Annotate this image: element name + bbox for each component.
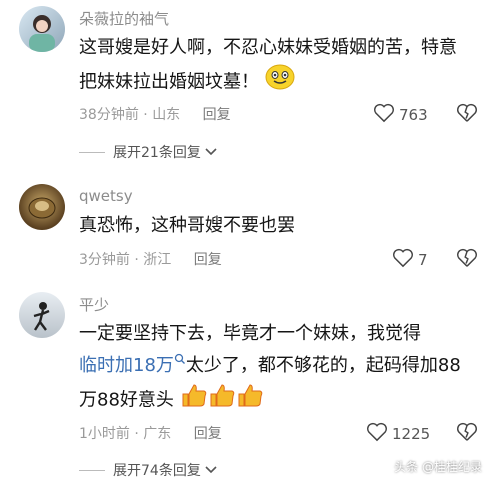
broken-heart-icon[interactable] — [456, 103, 478, 125]
username[interactable]: 平少 — [79, 294, 109, 315]
comment-line: 一定要坚持下去，毕竟才一个妹妹，我觉得 — [79, 323, 421, 344]
comment-meta: 38分钟前 · 山东 回复 — [79, 104, 231, 124]
expand-replies-button[interactable]: 展开74条回复 — [79, 460, 217, 480]
separator: · — [138, 107, 153, 123]
search-icon[interactable] — [174, 353, 186, 376]
broken-heart-icon[interactable] — [456, 248, 478, 270]
smile-emoji-icon — [265, 64, 295, 101]
divider-line — [79, 469, 105, 471]
avatar[interactable] — [19, 184, 65, 230]
comment-line: 万88好意头 — [79, 382, 489, 419]
username[interactable]: 朵薇拉的袖气 — [79, 8, 169, 29]
comment-line: 临时加18万 太少了，都不够花的，起码得加88 — [79, 350, 489, 382]
like-button[interactable]: 1225 — [366, 422, 430, 446]
username[interactable]: qwetsy — [79, 187, 133, 205]
chevron-down-icon — [205, 144, 217, 160]
separator: · — [129, 252, 144, 268]
comment-text: 这哥嫂是好人啊，不忍心妹妹受婚姻的苦，特意 把妹妹拉出婚姻坟墓！ — [79, 32, 489, 101]
comment-meta: 3分钟前 · 浙江 回复 — [79, 249, 222, 269]
reply-button[interactable]: 回复 — [194, 426, 222, 442]
expand-replies-label: 展开21条回复 — [113, 145, 201, 161]
like-count: 7 — [418, 251, 428, 269]
heart-outline-icon — [366, 422, 388, 446]
location: 浙江 — [143, 252, 172, 268]
comment-line: 这哥嫂是好人啊，不忍心妹妹受婚姻的苦，特意 — [79, 37, 457, 58]
heart-outline-icon — [373, 103, 395, 127]
thumbs-up-emoji-icon — [180, 382, 264, 419]
avatar[interactable] — [19, 292, 65, 338]
watermark: 头条 @桂桂纪录 — [394, 460, 482, 474]
divider-line — [79, 151, 105, 153]
reply-button[interactable]: 回复 — [203, 107, 231, 123]
location: 广东 — [143, 426, 172, 442]
broken-heart-icon[interactable] — [456, 422, 478, 444]
comment-line-text: 太少了，都不够花的，起码得加88 — [185, 355, 461, 376]
location: 山东 — [152, 107, 181, 123]
search-link[interactable]: 临时加18万 — [79, 355, 174, 376]
like-count: 1225 — [392, 425, 431, 443]
comment-line-text: 万88好意头 — [79, 389, 174, 411]
expand-replies-label: 展开74条回复 — [113, 463, 201, 479]
reply-button[interactable]: 回复 — [194, 252, 222, 268]
comment-text: 真恐怖，这种哥嫂不要也罢 — [79, 210, 489, 242]
heart-outline-icon — [392, 248, 414, 272]
like-count: 763 — [399, 106, 428, 124]
expand-replies-button[interactable]: 展开21条回复 — [79, 142, 217, 162]
timestamp: 38分钟前 — [79, 107, 139, 123]
comment-text: 一定要坚持下去，毕竟才一个妹妹，我觉得 临时加18万 太少了，都不够花的，起码得加… — [79, 318, 489, 419]
comment-meta: 1小时前 · 广东 回复 — [79, 423, 222, 443]
comment-line: 真恐怖，这种哥嫂不要也罢 — [79, 215, 295, 236]
timestamp: 1小时前 — [79, 426, 130, 442]
like-button[interactable]: 763 — [373, 103, 428, 127]
comment-line-text: 把妹妹拉出婚姻坟墓！ — [79, 71, 259, 93]
separator: · — [129, 426, 144, 442]
chevron-down-icon — [205, 462, 217, 478]
like-button[interactable]: 7 — [392, 248, 428, 272]
comment-line: 把妹妹拉出婚姻坟墓！ — [79, 64, 489, 101]
timestamp: 3分钟前 — [79, 252, 130, 268]
avatar[interactable] — [19, 6, 65, 52]
